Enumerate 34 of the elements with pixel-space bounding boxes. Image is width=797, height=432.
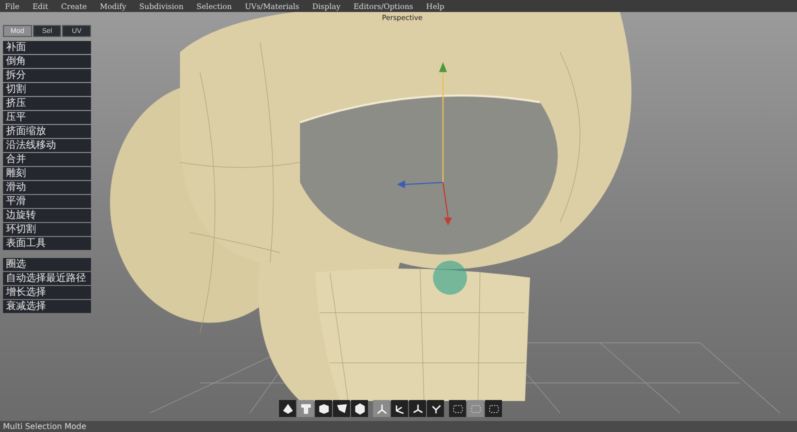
cursor-highlight-icon — [433, 260, 467, 295]
toolbar-button[interactable] — [279, 400, 296, 417]
tool-button[interactable]: 拆分 — [3, 69, 91, 82]
tool-button[interactable]: 倒角 — [3, 55, 91, 68]
tool-button[interactable]: 增长选择 — [3, 286, 91, 299]
tool-button[interactable]: 滑动 — [3, 181, 91, 194]
tool-button[interactable]: 雕刻 — [3, 167, 91, 180]
shape-icon — [298, 402, 312, 416]
move-gizmo-icon — [397, 62, 452, 226]
tool-button[interactable]: 合并 — [3, 153, 91, 166]
tool-button[interactable]: 衰减选择 — [3, 300, 91, 313]
toolbar-button[interactable] — [315, 400, 332, 417]
toolbar-button[interactable] — [409, 400, 426, 417]
status-text: Multi Selection Mode — [0, 421, 797, 432]
tool-button[interactable]: 环切割 — [3, 223, 91, 236]
tool-button[interactable]: 切割 — [3, 83, 91, 96]
toolbar-button[interactable] — [391, 400, 408, 417]
tool-button[interactable]: 沿法线移动 — [3, 139, 91, 152]
tool-button[interactable]: 平滑 — [3, 195, 91, 208]
tool-button[interactable]: 表面工具 — [3, 237, 91, 250]
tool-button[interactable]: 压平 — [3, 111, 91, 124]
toolbar-button[interactable] — [485, 400, 502, 417]
tool-button[interactable]: 边旋转 — [3, 209, 91, 222]
axis-icon — [410, 402, 424, 416]
tool-button[interactable]: 挤面缩放 — [3, 125, 91, 138]
toolbar-button[interactable] — [333, 400, 350, 417]
toolbar-button[interactable] — [427, 400, 444, 417]
tool-button[interactable]: 挤压 — [3, 97, 91, 110]
toolbar-button[interactable] — [351, 400, 368, 417]
tool-button[interactable]: 自动选择最近路径 — [3, 272, 91, 285]
toolbar-button[interactable] — [449, 400, 466, 417]
tool-button[interactable]: 补面 — [3, 41, 91, 54]
axis-icon — [374, 402, 388, 416]
tool-button[interactable]: 圈选 — [3, 258, 91, 271]
